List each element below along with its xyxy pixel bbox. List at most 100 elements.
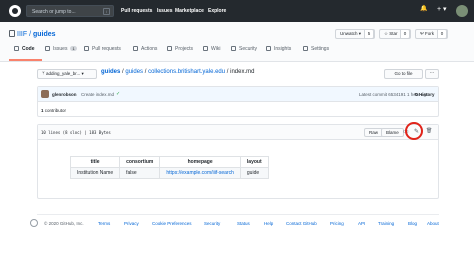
latest-commit-box: glenrobson Create index.md ✓ Latest comm… [37,86,439,117]
tab-insights-label: Insights [274,46,292,52]
table-cell-link[interactable]: https://example.com/iiif-search [159,167,241,179]
go-to-file-button[interactable]: Go to file [384,69,423,79]
projects-icon [167,46,172,51]
breadcrumb-root-link[interactable]: guides [101,69,120,75]
table-cell: false [119,167,161,179]
footer-copyright: © 2020 GitHub, Inc. [44,221,84,226]
more-options-button[interactable]: ··· [425,69,439,79]
footer-link-help[interactable]: Help [264,221,273,226]
branch-selector-button[interactable]: ᛘ adding_yale_br... ▾ [37,69,97,79]
homepage-link[interactable]: https://example.com/iiif-search [166,170,234,176]
tab-code[interactable]: Code [14,46,35,52]
breadcrumb-folder-link[interactable]: collections.britishart.yale.edu [148,69,225,75]
table-header-cell: title [69,156,121,168]
footer-link-status[interactable]: Status [237,221,250,226]
footer-link-security[interactable]: Security [204,221,220,226]
tab-issues-label: Issues [53,46,68,52]
global-header: Search or jump to... / Pull requests Iss… [0,0,474,22]
tab-settings[interactable]: Settings [303,46,329,52]
footer-link-api[interactable]: API [358,221,365,226]
trash-icon[interactable]: 🗑 [426,128,432,134]
footer-link-about[interactable]: About [427,221,439,226]
footer-link-terms[interactable]: Terms [98,221,110,226]
tab-pull-requests[interactable]: Pull requests [84,46,121,52]
blame-button[interactable]: Blame [381,128,404,137]
history-link[interactable]: ⟲ History [414,92,435,98]
tab-security-label: Security [239,46,258,52]
footer-link-training[interactable]: Training [378,221,394,226]
star-button[interactable]: ☆ Star 0 [379,29,411,39]
actions-icon [133,46,138,51]
bell-icon[interactable]: 🔔 [420,5,427,12]
repo-separator: / [29,31,32,38]
front-matter-table: title consortium homepage layout Institu… [69,156,269,179]
unwatch-button[interactable]: Unwatch ▾ 5 [335,29,375,39]
tab-wiki[interactable]: Wiki [203,46,220,52]
star-count[interactable]: 0 [400,29,410,39]
footer-link-pricing[interactable]: Pricing [330,221,344,226]
github-logo-icon[interactable] [9,5,21,17]
breadcrumb-guides-link[interactable]: guides [125,69,143,75]
pull-request-icon [84,46,89,51]
footer-link-contact[interactable]: Contact GitHub [286,221,317,226]
table-header-cell: consortium [119,156,161,168]
repo-header [0,22,474,62]
repo-icon [9,30,15,37]
contributors-label: contributor [43,108,67,113]
fork-button[interactable]: Ψ Fork 0 [415,29,448,39]
code-icon [14,46,19,51]
gear-icon [303,46,308,51]
star-label: ☆ Star [384,31,398,36]
table-cell: Institution Name [69,167,121,179]
graph-icon [266,46,271,51]
breadcrumb: guides / guides / collections.britishart… [101,69,255,75]
file-info: 10 lines (8 sloc) | 183 Bytes [41,130,111,135]
commit-header: glenrobson Create index.md ✓ Latest comm… [38,87,438,102]
repo-name-link[interactable]: guides [33,31,56,38]
tab-settings-label: Settings [311,46,330,52]
user-avatar[interactable] [456,5,468,17]
github-footer-logo-icon[interactable] [30,219,38,227]
tab-insights[interactable]: Insights [266,46,291,52]
fork-label: Ψ Fork [420,31,435,36]
fork-count[interactable]: 0 [437,29,447,39]
active-tab-indicator [9,59,42,61]
tab-wiki-label: Wiki [211,46,221,52]
footer-link-cookie-preferences[interactable]: Cookie Preferences [152,221,192,226]
nav-explore[interactable]: Explore [208,8,226,14]
breadcrumb-current-file: index.md [230,69,255,75]
footer-link-privacy[interactable]: Privacy [124,221,139,226]
contributors-line[interactable]: 1 contributor [41,108,66,113]
search-placeholder: Search or jump to... [32,9,76,15]
commit-message-link[interactable]: Create index.md [81,92,114,97]
table-row: Institution Name false https://example.c… [69,167,269,179]
search-input[interactable]: Search or jump to... / [26,5,114,17]
wiki-icon [203,46,208,51]
file-header: 10 lines (8 sloc) | 183 Bytes Raw Blame … [38,125,438,140]
tab-actions-label: Actions [141,46,158,52]
repo-owner-link[interactable]: IIIF [17,31,27,38]
check-icon: ✓ [116,91,121,97]
create-new-dropdown[interactable]: + ▾ [437,5,447,13]
tab-actions[interactable]: Actions [133,46,157,52]
nav-pull-requests[interactable]: Pull requests [121,8,152,14]
nav-marketplace[interactable]: Marketplace [175,8,204,14]
footer-link-blog[interactable]: Blog [408,221,417,226]
issues-count-badge: 1 [70,46,77,51]
edit-highlight-ring [405,122,423,140]
nav-issues[interactable]: Issues [157,8,173,14]
issue-icon [45,46,50,51]
tab-issues[interactable]: Issues 1 [45,46,77,52]
table-cell: guide [239,167,269,179]
shield-icon [231,46,236,51]
avatar[interactable] [41,90,49,98]
tab-security[interactable]: Security [231,46,257,52]
tab-code-label: Code [22,46,35,52]
watch-count[interactable]: 5 [364,29,374,39]
table-header-cell: homepage [159,156,241,168]
unwatch-label: Unwatch ▾ [340,31,362,36]
table-header-cell: layout [239,156,269,168]
commit-author-link[interactable]: glenrobson [52,92,77,97]
tab-projects[interactable]: Projects [167,46,193,52]
repo-title: IIIF / guides [9,30,56,38]
